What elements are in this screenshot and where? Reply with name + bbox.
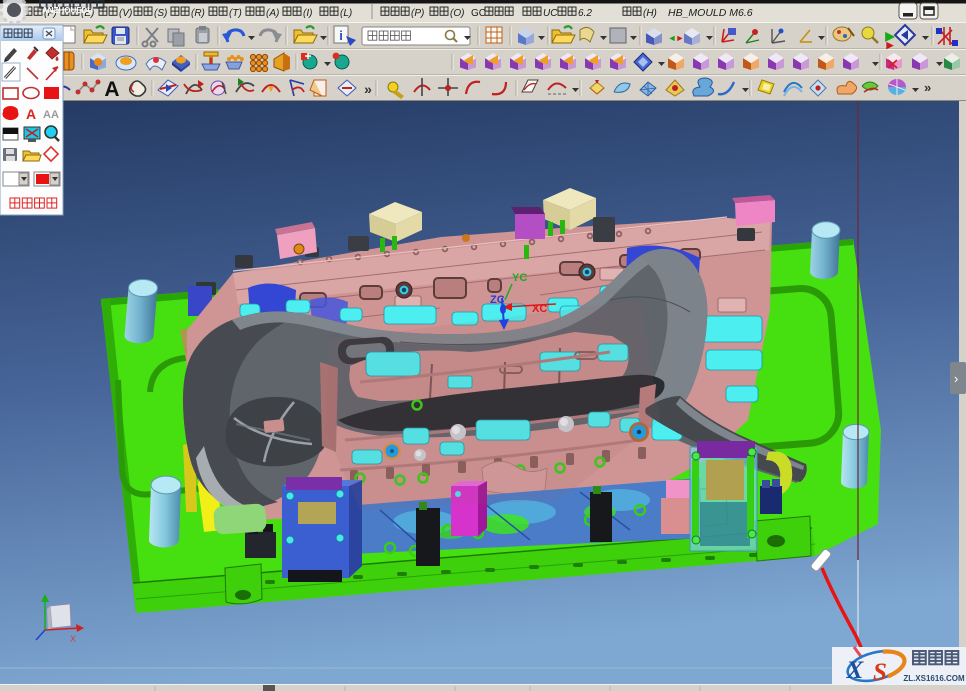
svg-text:AA: AA	[43, 109, 59, 121]
svg-text:(R): (R)	[191, 8, 205, 19]
svg-text:A: A	[104, 78, 119, 101]
svg-text:(I): (I)	[303, 8, 312, 19]
svg-text:(T): (T)	[229, 8, 242, 19]
svg-text:(S): (S)	[154, 8, 167, 19]
svg-text:(O): (O)	[450, 8, 464, 19]
svg-text:(P): (P)	[411, 8, 424, 19]
svg-text:›: ›	[954, 371, 958, 386]
svg-text:(V): (V)	[119, 8, 132, 19]
svg-text:»: »	[924, 80, 931, 95]
svg-text:(H): (H)	[643, 8, 657, 19]
svg-text:▶: ▶	[886, 40, 895, 50]
svg-text:S: S	[873, 659, 887, 686]
svg-text:YC: YC	[512, 272, 527, 284]
svg-text:i: i	[339, 28, 343, 43]
svg-text:»: »	[364, 81, 372, 97]
svg-text:A: A	[26, 106, 36, 122]
svg-text:6.2: 6.2	[578, 8, 592, 19]
svg-text:GC: GC	[471, 8, 486, 19]
svg-text:ZL.XS1616.COM: ZL.XS1616.COM	[903, 674, 965, 683]
svg-text:UC: UC	[543, 8, 558, 19]
svg-text:(A): (A)	[266, 8, 279, 19]
svg-text:X: X	[846, 657, 865, 684]
svg-text:ANZHOUEDU: ANZHOUEDU	[42, 6, 93, 15]
svg-text:►: ►	[676, 33, 685, 43]
svg-text:X: X	[70, 634, 76, 644]
svg-text:(L): (L)	[340, 8, 352, 19]
svg-text:HB_MOULD M6.6: HB_MOULD M6.6	[668, 7, 753, 19]
